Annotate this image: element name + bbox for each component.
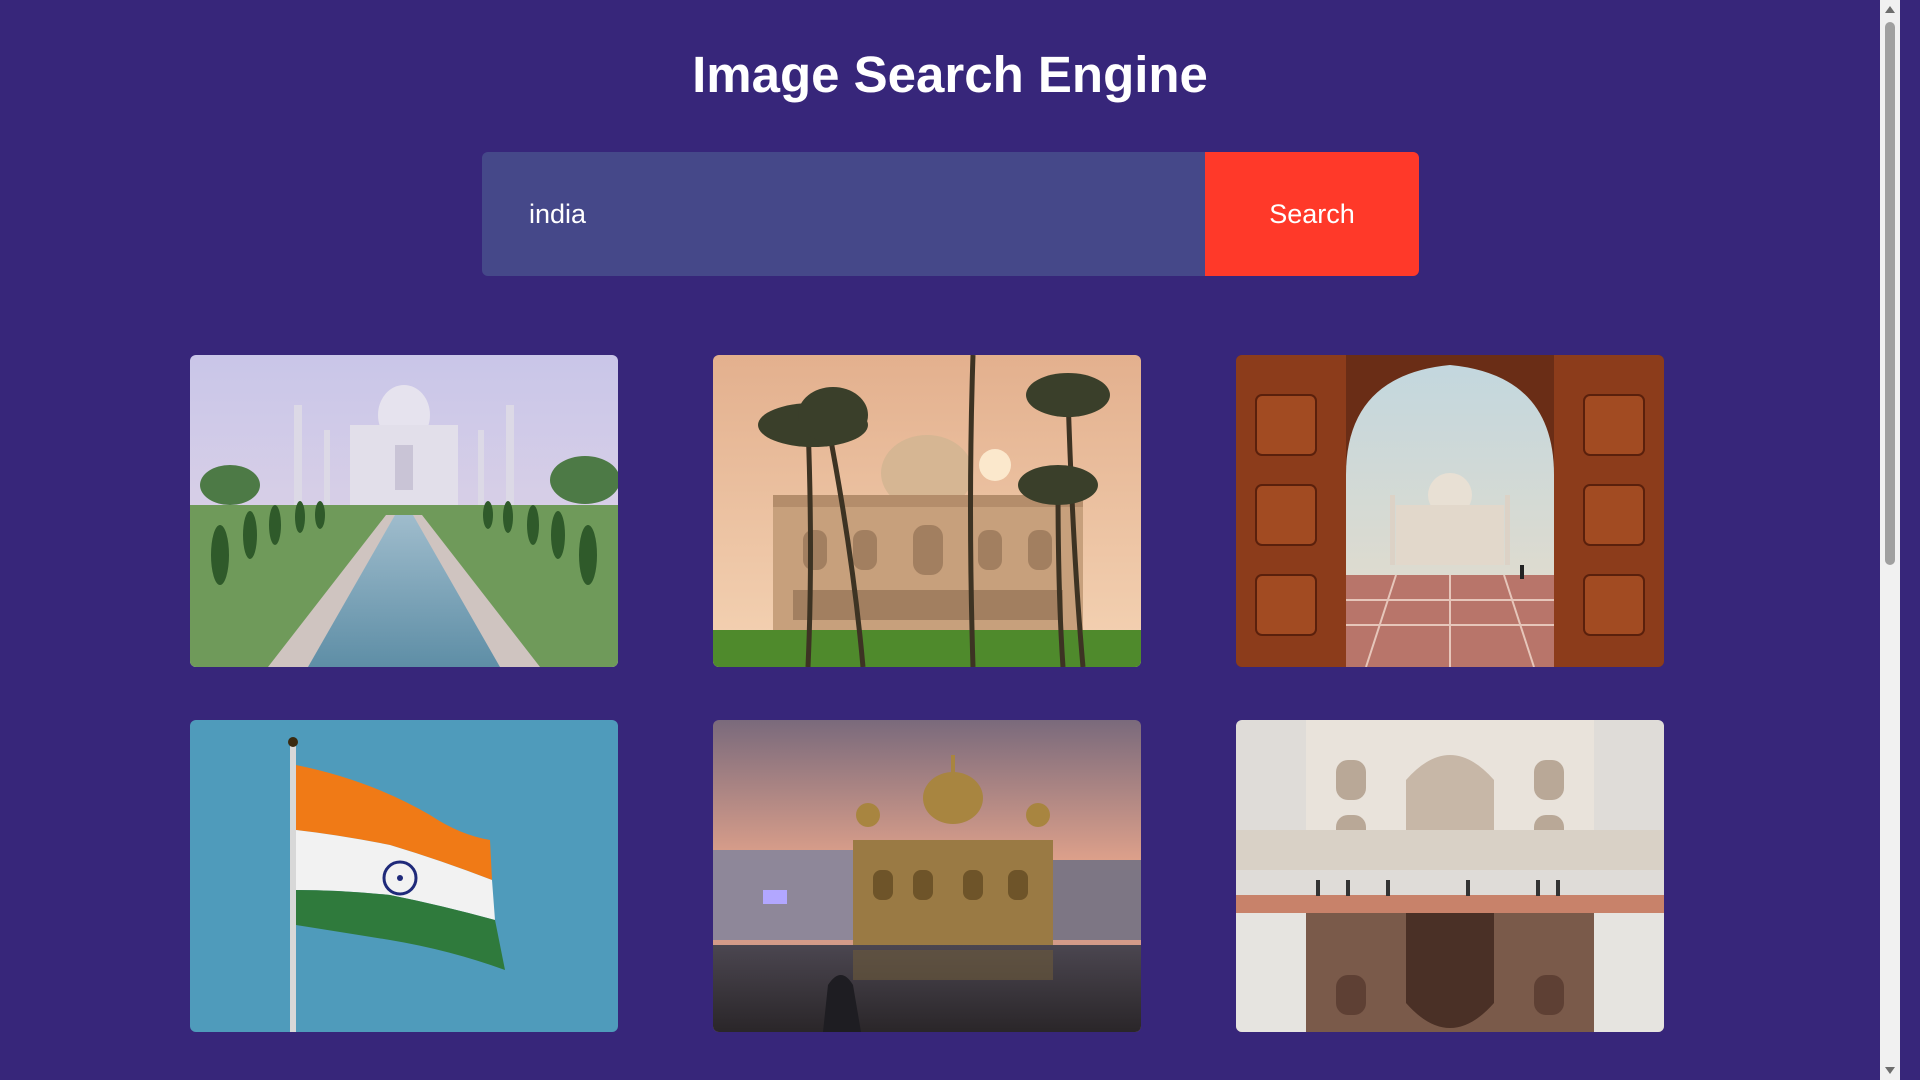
taj-mahal-reflection-image [1236,720,1664,1032]
indian-flag-image [190,720,618,1032]
golden-temple-image [713,720,1141,1032]
result-image-6[interactable] [1236,720,1664,1032]
scroll-down-arrow-icon[interactable] [1885,1067,1895,1074]
result-image-2[interactable] [713,355,1141,667]
page: Image Search Engine Search [0,0,1900,1080]
result-image-4[interactable] [190,720,618,1032]
result-image-5[interactable] [713,720,1141,1032]
humayun-tomb-palms-image [713,355,1141,667]
scrollbar-thumb[interactable] [1885,22,1895,565]
result-image-1[interactable] [190,355,618,667]
search-input[interactable] [482,152,1205,276]
vertical-scrollbar[interactable] [1880,0,1900,1080]
search-form: Search [482,152,1419,276]
taj-mahal-archway-image [1236,355,1664,667]
page-title: Image Search Engine [692,46,1208,103]
search-button[interactable]: Search [1205,152,1419,276]
result-image-3[interactable] [1236,355,1664,667]
scroll-up-arrow-icon[interactable] [1885,6,1895,13]
search-results-grid [190,355,1664,1032]
taj-mahal-garden-image [190,355,618,667]
